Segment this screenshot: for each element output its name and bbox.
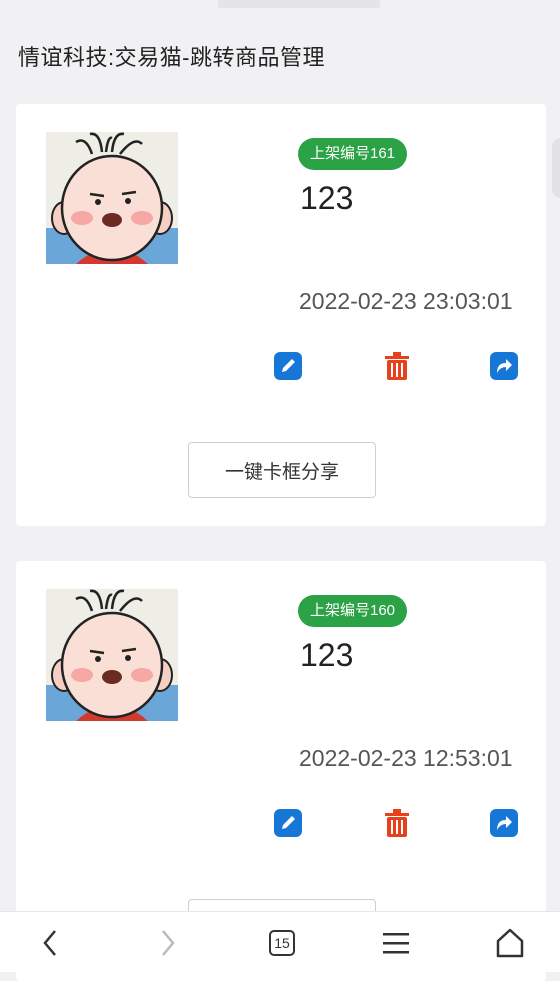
- product-card: 上架编号161 123 2022-02-23 23:03:01 一键卡框分享: [16, 104, 546, 526]
- one-click-share-button[interactable]: 一键卡框分享: [188, 442, 376, 498]
- pencil-icon: [274, 809, 302, 837]
- share-button[interactable]: [488, 350, 520, 382]
- share-arrow-icon: [490, 809, 518, 837]
- product-avatar: [46, 132, 178, 264]
- trash-icon: [385, 809, 409, 837]
- pencil-icon: [274, 352, 302, 380]
- chevron-left-icon: [43, 930, 56, 956]
- browser-top-strip: [0, 0, 560, 10]
- top-tab-indicator: [218, 0, 380, 8]
- edit-button[interactable]: [272, 350, 304, 382]
- share-button[interactable]: [488, 807, 520, 839]
- listing-number-badge: 上架编号160: [298, 595, 408, 627]
- delete-button[interactable]: [381, 807, 413, 839]
- trash-icon: [385, 352, 409, 380]
- home-button[interactable]: [490, 926, 530, 960]
- edit-button[interactable]: [272, 807, 304, 839]
- product-name: 123: [300, 637, 354, 673]
- chevron-right-icon: [162, 930, 175, 956]
- menu-button[interactable]: [376, 926, 416, 960]
- scroll-handle[interactable]: [552, 138, 560, 198]
- menu-icon: [383, 933, 409, 954]
- product-avatar: [46, 589, 178, 721]
- listing-number-badge: 上架编号161: [298, 138, 408, 170]
- product-time: 2022-02-23 23:03:01: [299, 288, 513, 314]
- home-icon: [496, 928, 524, 958]
- back-button[interactable]: [30, 926, 70, 960]
- browser-bottom-nav: 15: [0, 911, 560, 972]
- page-title: 情谊科技:交易猫-跳转商品管理: [18, 45, 325, 70]
- forward-button[interactable]: [148, 926, 188, 960]
- tab-count: 15: [269, 930, 295, 956]
- share-arrow-icon: [490, 352, 518, 380]
- tabs-button[interactable]: 15: [262, 926, 302, 960]
- product-name: 123: [300, 180, 354, 216]
- delete-button[interactable]: [381, 350, 413, 382]
- product-time: 2022-02-23 12:53:01: [299, 745, 513, 771]
